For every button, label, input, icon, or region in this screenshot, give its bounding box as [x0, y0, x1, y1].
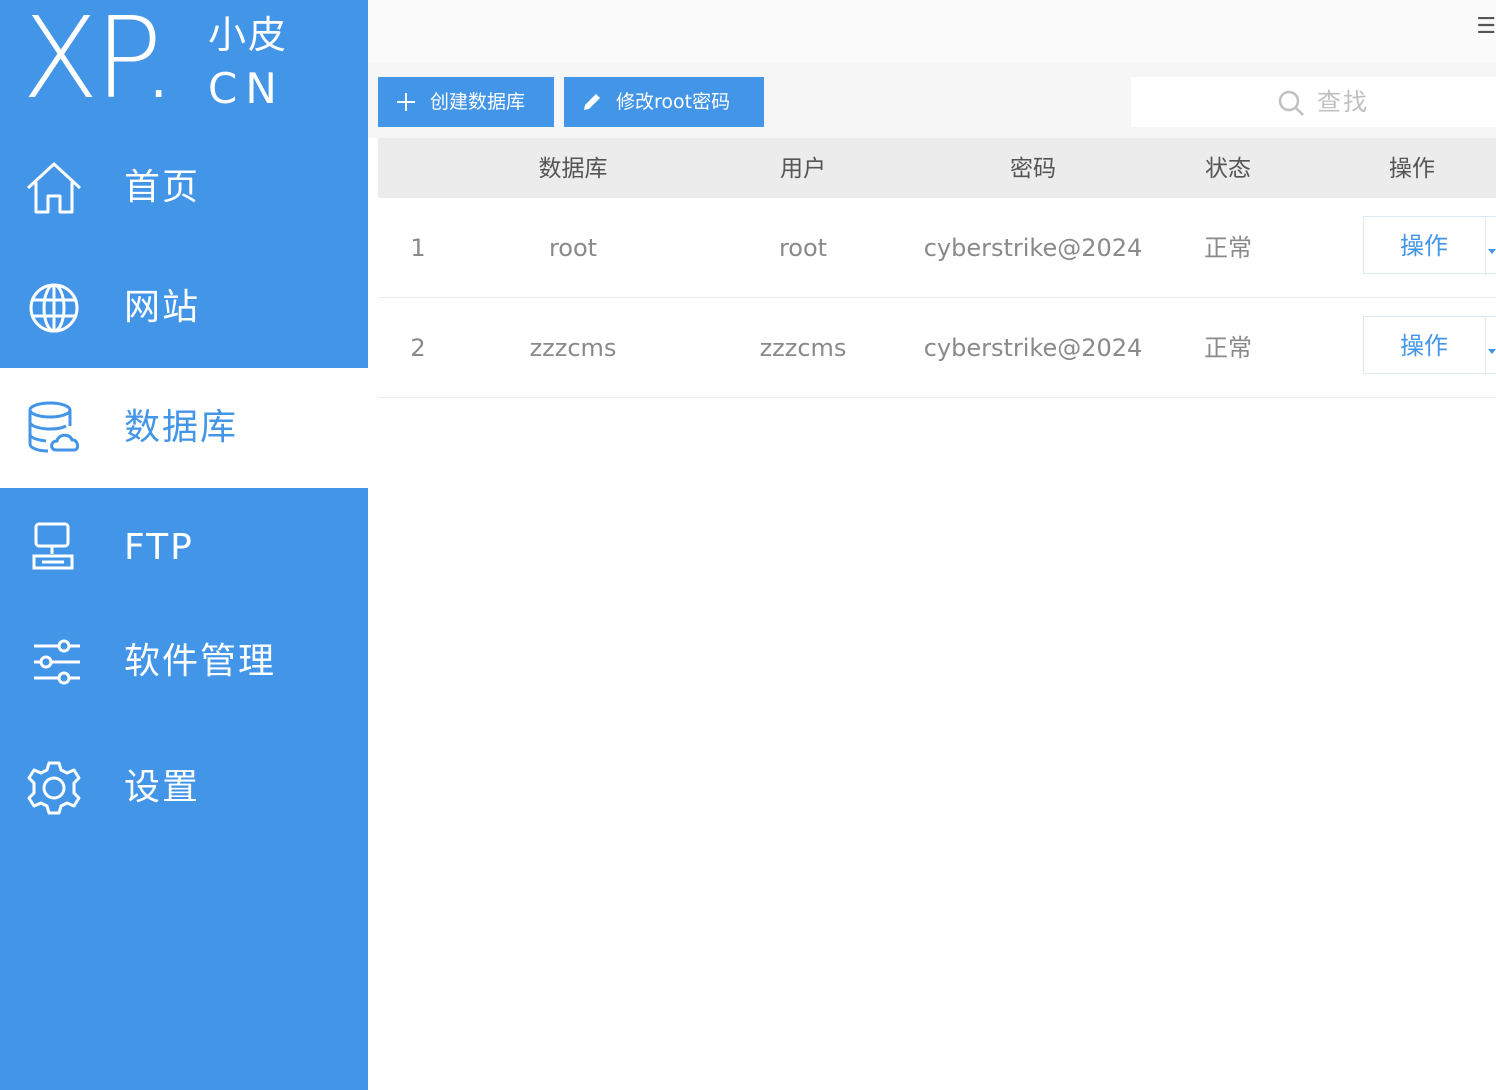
row-action-button[interactable]: 操作	[1364, 317, 1484, 375]
sidebar: XP. 小皮 CN 首页 网站 数据库 FTP 软件管理 设置	[0, 0, 368, 1090]
row-user: zzzcms	[759, 334, 847, 362]
caret-down-icon[interactable]	[1488, 349, 1496, 354]
table-row: 1 root root cyberstrike@2024 正常 操作	[378, 198, 1496, 298]
row-action-button[interactable]: 操作	[1364, 217, 1484, 275]
top-bar: ☰	[368, 0, 1496, 62]
database-table: 数据库 用户 密码 状态 操作 1 root root cyberstrike@…	[378, 138, 1496, 398]
search-input[interactable]: 查找	[1131, 77, 1496, 127]
divider	[1485, 317, 1486, 375]
row-action-dropdown[interactable]: 操作	[1363, 316, 1496, 375]
sidebar-item-software[interactable]: 软件管理	[0, 602, 368, 722]
row-database: zzzcms	[529, 334, 617, 362]
column-header-password: 密码	[1010, 156, 1056, 182]
column-header-status: 状态	[1205, 156, 1251, 182]
database-icon	[28, 401, 80, 453]
sidebar-item-label: 软件管理	[124, 641, 277, 682]
logo-domain-text: CN	[208, 64, 285, 113]
table-row: 2 zzzcms zzzcms cyberstrike@2024 正常 操作	[378, 298, 1496, 398]
server-icon	[32, 522, 74, 570]
app-logo: XP. 小皮 CN	[0, 0, 368, 128]
menu-toggle-icon[interactable]: ☰	[1476, 14, 1496, 39]
search-icon	[1278, 90, 1304, 116]
home-icon	[26, 162, 82, 214]
create-database-label: 创建数据库	[430, 91, 526, 113]
sidebar-item-database[interactable]: 数据库	[0, 368, 368, 488]
plus-icon	[397, 93, 415, 111]
divider	[1485, 217, 1486, 275]
sliders-icon	[34, 639, 80, 685]
sidebar-item-label: 首页	[124, 167, 201, 208]
sidebar-item-label: 网站	[124, 287, 201, 328]
table-header: 数据库 用户 密码 状态 操作	[378, 138, 1496, 198]
column-header-database: 数据库	[538, 156, 608, 182]
row-status: 正常	[1204, 234, 1252, 262]
sidebar-item-ftp[interactable]: FTP	[0, 488, 368, 608]
sidebar-item-label: 数据库	[124, 407, 239, 448]
change-root-password-label: 修改root密码	[616, 91, 731, 113]
globe-icon	[29, 283, 79, 333]
sidebar-item-label: FTP	[124, 527, 194, 568]
row-password: cyberstrike@2024	[923, 234, 1143, 262]
sidebar-item-home[interactable]: 首页	[0, 128, 368, 248]
toolbar: 创建数据库 修改root密码 查找	[368, 62, 1496, 138]
change-root-password-button[interactable]: 修改root密码	[564, 77, 764, 127]
pencil-icon	[584, 94, 600, 110]
column-header-action: 操作	[1389, 156, 1435, 182]
sidebar-item-website[interactable]: 网站	[0, 248, 368, 368]
column-header-user: 用户	[780, 156, 826, 182]
logo-cn-text: 小皮	[208, 13, 289, 57]
create-database-button[interactable]: 创建数据库	[378, 77, 554, 127]
row-index: 1	[410, 234, 426, 262]
row-password: cyberstrike@2024	[923, 334, 1143, 362]
logo-mark: XP.	[22, 0, 176, 124]
sidebar-item-settings[interactable]: 设置	[0, 728, 368, 848]
row-database: root	[548, 234, 598, 262]
sidebar-item-label: 设置	[124, 767, 201, 808]
search-placeholder: 查找	[1317, 88, 1369, 116]
gear-icon	[27, 761, 81, 815]
row-action-dropdown[interactable]: 操作	[1363, 216, 1496, 275]
caret-down-icon[interactable]	[1488, 249, 1496, 254]
row-index: 2	[410, 334, 426, 362]
row-user: root	[778, 234, 828, 262]
row-status: 正常	[1204, 334, 1252, 362]
